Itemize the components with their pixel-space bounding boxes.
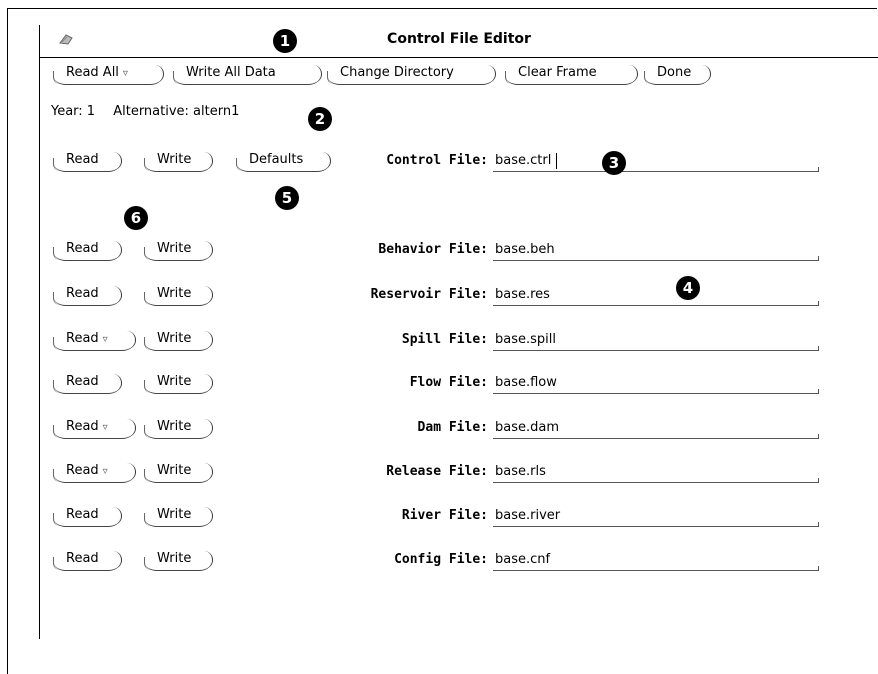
- release-file-field[interactable]: base.rls: [493, 464, 819, 483]
- dam-file-field[interactable]: base.dam: [493, 420, 819, 439]
- config-file-write-button[interactable]: Write: [144, 549, 213, 571]
- text-caret: [556, 153, 557, 169]
- behavior-file-value: base.beh: [495, 242, 555, 257]
- done-button[interactable]: Done: [644, 63, 711, 85]
- river-file-value: base.river: [495, 508, 561, 523]
- year-label: Year: 1: [51, 104, 96, 119]
- status-line: Year: 1 Alternative: altern1: [51, 104, 253, 119]
- control-read-button[interactable]: Read: [53, 150, 122, 172]
- callout-1: 1: [273, 29, 297, 53]
- dam-file-value: base.dam: [495, 420, 560, 435]
- config-file-read-button[interactable]: Read: [53, 549, 122, 571]
- release-file-value: base.rls: [495, 464, 546, 479]
- reservoir-file-value: base.res: [495, 287, 550, 302]
- reservoir-file-field[interactable]: base.res: [493, 287, 819, 306]
- flow-file-label: Flow File:: [409, 375, 488, 390]
- config-file-field[interactable]: base.cnf: [493, 552, 819, 571]
- flow-file-write-button[interactable]: Write: [144, 372, 213, 394]
- callout-5: 5: [275, 186, 299, 210]
- menu-triangle-icon: ▿: [102, 466, 108, 477]
- release-file-read-label: Read: [66, 463, 99, 478]
- spill-file-value: base.spill: [495, 332, 556, 347]
- behavior-file-read-button[interactable]: Read: [53, 239, 122, 261]
- menu-triangle-icon: ▿: [102, 422, 108, 433]
- river-file-label: River File:: [401, 508, 488, 523]
- window-title: Control File Editor: [387, 31, 531, 47]
- release-file-label: Release File:: [386, 464, 488, 479]
- river-file-read-button[interactable]: Read: [53, 505, 122, 527]
- reservoir-file-write-button[interactable]: Write: [144, 284, 213, 306]
- read-all-menu-button[interactable]: Read All ▿: [53, 63, 164, 85]
- spill-file-label: Spill File:: [401, 332, 488, 347]
- flow-file-value: base.flow: [495, 375, 557, 390]
- behavior-file-write-button[interactable]: Write: [144, 239, 213, 261]
- dam-file-read-button[interactable]: Read ▿: [53, 417, 136, 439]
- reservoir-file-read-label: Read: [66, 286, 99, 301]
- flow-file-field[interactable]: base.flow: [493, 375, 819, 394]
- callout-3: 3: [602, 151, 626, 175]
- clear-frame-button[interactable]: Clear Frame: [505, 63, 638, 85]
- river-file-write-button[interactable]: Write: [144, 505, 213, 527]
- write-all-data-button[interactable]: Write All Data: [173, 63, 322, 85]
- behavior-file-read-label: Read: [66, 241, 99, 256]
- release-file-read-button[interactable]: Read ▿: [53, 461, 136, 483]
- flow-file-read-button[interactable]: Read: [53, 372, 122, 394]
- config-file-read-label: Read: [66, 551, 99, 566]
- change-directory-button[interactable]: Change Directory: [327, 63, 496, 85]
- spill-file-write-button[interactable]: Write: [144, 329, 213, 351]
- reservoir-file-read-button[interactable]: Read: [53, 284, 122, 306]
- control-write-button[interactable]: Write: [144, 150, 213, 172]
- river-file-field[interactable]: base.river: [493, 508, 819, 527]
- behavior-file-label: Behavior File:: [378, 242, 488, 257]
- control-file-label: Control File:: [386, 153, 488, 168]
- menu-triangle-icon: ▿: [102, 334, 108, 345]
- callout-6: 6: [124, 206, 148, 230]
- control-file-field[interactable]: base.ctrl: [493, 153, 819, 172]
- control-file-value: base.ctrl: [495, 153, 552, 168]
- callout-2: 2: [308, 107, 332, 131]
- config-file-value: base.cnf: [495, 552, 551, 567]
- dam-file-label: Dam File:: [417, 420, 488, 435]
- dam-file-read-label: Read: [66, 419, 99, 434]
- alternative-label: Alternative: altern1: [113, 104, 240, 119]
- reservoir-file-label: Reservoir File:: [370, 287, 488, 302]
- spill-file-read-label: Read: [66, 331, 99, 346]
- release-file-write-button[interactable]: Write: [144, 461, 213, 483]
- spill-file-read-button[interactable]: Read ▿: [53, 329, 136, 351]
- flow-file-read-label: Read: [66, 374, 99, 389]
- behavior-file-field[interactable]: base.beh: [493, 242, 819, 261]
- dam-file-write-button[interactable]: Write: [144, 417, 213, 439]
- spill-file-field[interactable]: base.spill: [493, 332, 819, 351]
- river-file-read-label: Read: [66, 507, 99, 522]
- config-file-label: Config File:: [394, 552, 488, 567]
- read-all-label: Read All: [66, 65, 119, 80]
- title-bar: Control File Editor: [40, 25, 878, 58]
- menu-triangle-icon: ▿: [122, 68, 128, 79]
